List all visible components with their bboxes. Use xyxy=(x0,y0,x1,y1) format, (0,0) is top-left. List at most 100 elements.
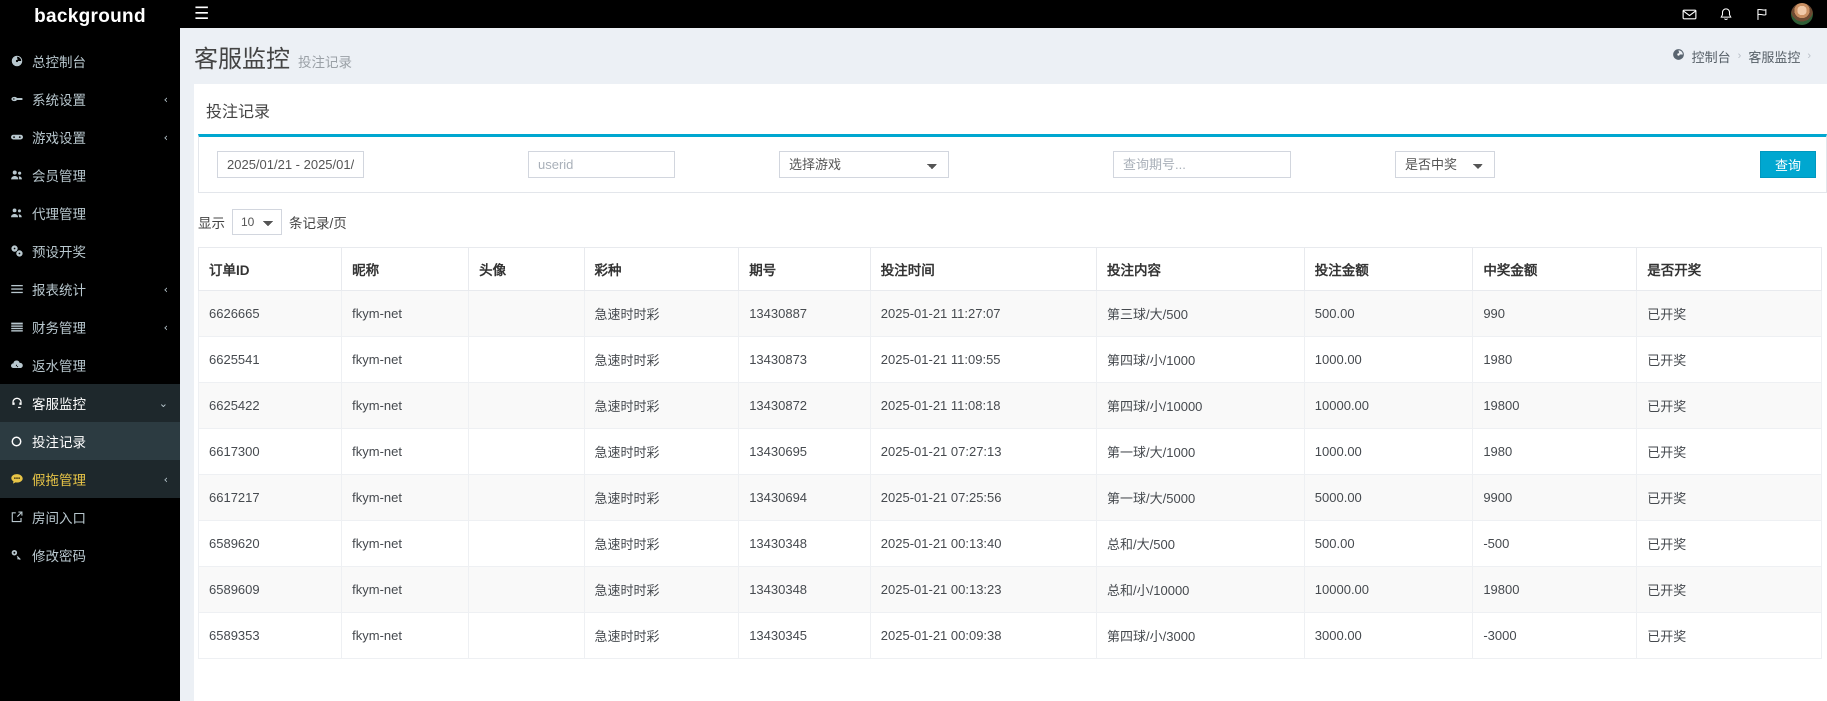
external-link-icon xyxy=(10,510,32,524)
breadcrumb-home[interactable]: 控制台 xyxy=(1692,47,1731,66)
sidebar-item-13[interactable]: 修改密码 xyxy=(0,536,180,574)
cell-period: 13430873 xyxy=(738,336,871,383)
cell-content: 第四球/小/3000 xyxy=(1096,612,1305,659)
cell-amount: 500.00 xyxy=(1303,290,1474,337)
cell-win: -3000 xyxy=(1472,612,1638,659)
content-region: 投注记录 选择游戏 xyxy=(180,84,1827,701)
table-column-header[interactable]: 是否开奖 xyxy=(1636,247,1822,291)
sidebar-item-10[interactable]: 投注记录 xyxy=(0,422,180,460)
bet-records-table: 订单ID 昵称 头像 彩种 期号 投注时间 投注内容 投注金额 中奖金额 是否开奖 6626665… xyxy=(198,247,1822,659)
bell-icon[interactable] xyxy=(1719,7,1733,22)
date-range-input[interactable] xyxy=(217,151,364,178)
sidebar-item-8[interactable]: 返水管理 xyxy=(0,346,180,384)
hamburger-icon[interactable]: ☰ xyxy=(194,5,209,23)
user-group-icon xyxy=(10,206,32,220)
table-row[interactable]: 6589609 fkym-net 急速时时彩 13430348 2025-01-21 0… xyxy=(198,566,1822,613)
cell-win: 9900 xyxy=(1472,474,1638,521)
filter-userid-cell xyxy=(520,151,683,178)
cell-time: 2025-01-21 07:27:13 xyxy=(869,428,1098,475)
comment-icon xyxy=(10,472,32,486)
envelope-icon[interactable] xyxy=(1682,7,1697,22)
userid-input[interactable] xyxy=(528,151,675,178)
cell-draw: 已开奖 xyxy=(1636,474,1822,521)
cell-id: 6626665 xyxy=(198,290,343,337)
money-icon xyxy=(10,320,32,334)
search-button[interactable]: 查询 xyxy=(1760,151,1816,178)
chevron-left-icon: ‹ xyxy=(163,282,168,296)
table-column-header[interactable]: 投注金额 xyxy=(1303,247,1474,291)
sidebar-item-4[interactable]: 代理管理 xyxy=(0,194,180,232)
cell-draw: 已开奖 xyxy=(1636,612,1822,659)
filter-date-cell xyxy=(209,151,372,178)
cell-content: 第一球/大/1000 xyxy=(1096,428,1305,475)
cell-content: 第四球/小/1000 xyxy=(1096,336,1305,383)
page-length-bar: 显示 102550100 条记录/页 xyxy=(194,193,1827,247)
cell-lottery: 急速时时彩 xyxy=(583,566,740,613)
wrench-icon xyxy=(10,92,32,106)
cell-avatar xyxy=(468,474,585,521)
gamepad-icon xyxy=(10,130,32,144)
cell-win: 19800 xyxy=(1472,382,1638,429)
sidebar-item-label: 投注记录 xyxy=(32,435,86,450)
win-status-select[interactable]: 是否中奖 xyxy=(1395,151,1495,178)
table-column-header[interactable]: 头像 xyxy=(468,247,585,291)
table-row[interactable]: 6589620 fkym-net 急速时时彩 13430348 2025-01-21 0… xyxy=(198,520,1822,567)
table-head: 订单ID 昵称 头像 彩种 期号 投注时间 投注内容 投注金额 中奖金额 是否开奖 xyxy=(198,247,1822,291)
sidebar-item-label: 房间入口 xyxy=(32,511,86,526)
table-column-header[interactable]: 投注内容 xyxy=(1096,247,1305,291)
table-column-header[interactable]: 订单ID xyxy=(198,247,343,291)
cell-period: 13430872 xyxy=(738,382,871,429)
sidebar: background 总控制台系统设置 ‹ 游戏设置 ‹ 会员管理 代理管理 预设开奖 报表统… xyxy=(0,0,180,701)
sidebar-item-label: 系统设置 xyxy=(32,93,86,108)
cell-time: 2025-01-21 11:27:07 xyxy=(869,290,1098,337)
table-column-header[interactable]: 昵称 xyxy=(341,247,470,291)
cell-time: 2025-01-21 00:09:38 xyxy=(869,612,1098,659)
cell-id: 6625422 xyxy=(198,382,343,429)
avatar[interactable] xyxy=(1791,3,1813,25)
box-title: 投注记录 xyxy=(206,104,271,121)
period-input[interactable] xyxy=(1113,151,1291,178)
cell-content: 总和/小/10000 xyxy=(1096,566,1305,613)
sidebar-item-0[interactable]: 总控制台 xyxy=(0,42,180,80)
game-select[interactable]: 选择游戏 xyxy=(779,151,949,178)
table-row[interactable]: 6617217 fkym-net 急速时时彩 13430694 2025-01-21 0… xyxy=(198,474,1822,521)
sidebar-item-2[interactable]: 游戏设置 ‹ xyxy=(0,118,180,156)
sidebar-item-11[interactable]: 假拖管理 ‹ xyxy=(0,460,180,498)
cell-id: 6617217 xyxy=(198,474,343,521)
brand-logo: background xyxy=(34,6,146,27)
cell-avatar xyxy=(468,336,585,383)
table-row[interactable]: 6625541 fkym-net 急速时时彩 13430873 2025-01-21 1… xyxy=(198,336,1822,383)
sidebar-item-label: 客服监控 xyxy=(32,397,86,412)
table-row[interactable]: 6625422 fkym-net 急速时时彩 13430872 2025-01-21 1… xyxy=(198,382,1822,429)
sidebar-item-6[interactable]: 报表统计 ‹ xyxy=(0,270,180,308)
sidebar-item-9[interactable]: 客服监控 ⌄ xyxy=(0,384,180,422)
cell-draw: 已开奖 xyxy=(1636,290,1822,337)
cell-id: 6625541 xyxy=(198,336,343,383)
table-column-header[interactable]: 中奖金额 xyxy=(1472,247,1638,291)
sidebar-item-3[interactable]: 会员管理 xyxy=(0,156,180,194)
table-column-header[interactable]: 彩种 xyxy=(583,247,740,291)
cell-lottery: 急速时时彩 xyxy=(583,428,740,475)
cell-avatar xyxy=(468,520,585,567)
list-icon xyxy=(10,282,32,296)
filter-card: 选择游戏 是否中奖 查询 xyxy=(198,134,1827,193)
table-column-header[interactable]: 投注时间 xyxy=(869,247,1098,291)
table-row[interactable]: 6626665 fkym-net 急速时时彩 13430887 2025-01-21 1… xyxy=(198,290,1822,337)
sidebar-item-label: 返水管理 xyxy=(32,359,86,374)
sidebar-item-5[interactable]: 预设开奖 xyxy=(0,232,180,270)
cell-id: 6589620 xyxy=(198,520,343,567)
sidebar-item-12[interactable]: 房间入口 xyxy=(0,498,180,536)
chevron-left-icon: ‹ xyxy=(163,92,168,106)
page-length-select[interactable]: 102550100 xyxy=(232,209,282,235)
cell-content: 第一球/大/5000 xyxy=(1096,474,1305,521)
cell-win: -500 xyxy=(1472,520,1638,567)
flag-icon[interactable] xyxy=(1755,7,1769,22)
cell-id: 6589609 xyxy=(198,566,343,613)
sidebar-item-7[interactable]: 财务管理 ‹ xyxy=(0,308,180,346)
table-column-header[interactable]: 期号 xyxy=(738,247,871,291)
table-row[interactable]: 6617300 fkym-net 急速时时彩 13430695 2025-01-21 0… xyxy=(198,428,1822,475)
cell-draw: 已开奖 xyxy=(1636,336,1822,383)
sidebar-item-1[interactable]: 系统设置 ‹ xyxy=(0,80,180,118)
table-row[interactable]: 6589353 fkym-net 急速时时彩 13430345 2025-01-21 0… xyxy=(198,612,1822,659)
cell-lottery: 急速时时彩 xyxy=(583,474,740,521)
